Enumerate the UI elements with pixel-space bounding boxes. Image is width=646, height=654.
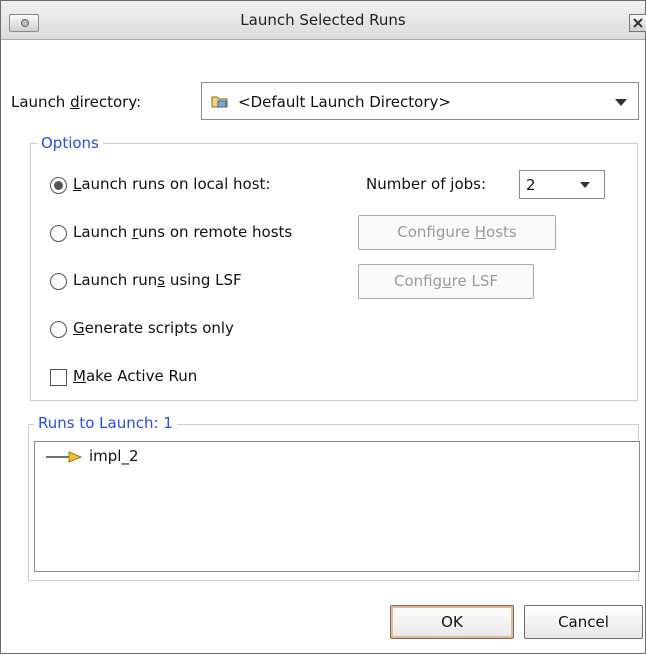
make-active-run-label[interactable]: Make Active Run <box>73 367 197 385</box>
configure-hosts-button[interactable]: Configure Hosts <box>358 215 556 250</box>
arrow-right-icon <box>45 450 85 468</box>
radio-remote-hosts[interactable] <box>50 225 67 242</box>
launch-directory-combo[interactable]: <Default Launch Directory> <box>201 82 639 120</box>
radio-lsf[interactable] <box>50 273 67 290</box>
radio-remote-hosts-label[interactable]: Launch runs on remote hosts <box>73 223 292 241</box>
chevron-down-icon[interactable] <box>580 182 590 188</box>
radio-local-host-label[interactable]: Launch runs on local host: <box>73 175 270 193</box>
folder-icon <box>211 94 229 113</box>
radio-lsf-label[interactable]: Launch runs using LSF <box>73 271 242 289</box>
number-of-jobs-select[interactable]: 2 <box>519 170 605 199</box>
runs-list[interactable]: impl_2 <box>34 441 640 572</box>
launch-directory-value: <Default Launch Directory> <box>238 93 451 111</box>
make-active-run-checkbox[interactable] <box>50 369 67 386</box>
run-name: impl_2 <box>89 447 139 465</box>
number-of-jobs-label: Number of jobs: <box>366 175 487 193</box>
configure-lsf-button[interactable]: Configure LSF <box>358 264 534 299</box>
cancel-button[interactable]: Cancel <box>524 605 643 639</box>
runs-to-launch-title: Runs to Launch: 1 <box>34 414 177 432</box>
options-group-title: Options <box>37 134 103 152</box>
chevron-down-icon[interactable] <box>615 99 627 106</box>
radio-scripts-only-label[interactable]: Generate scripts only <box>73 319 234 337</box>
radio-scripts-only[interactable] <box>50 321 67 338</box>
close-icon[interactable] <box>629 14 646 32</box>
ok-button[interactable]: OK <box>390 605 514 639</box>
title-bar[interactable]: Launch Selected Runs <box>1 1 646 40</box>
launch-directory-label: Launch directory: <box>11 93 142 111</box>
radio-local-host[interactable] <box>50 177 67 194</box>
window-title: Launch Selected Runs <box>240 11 406 29</box>
number-of-jobs-value: 2 <box>526 176 536 194</box>
launch-runs-dialog: Launch Selected Runs Launch directory: <… <box>0 0 646 654</box>
